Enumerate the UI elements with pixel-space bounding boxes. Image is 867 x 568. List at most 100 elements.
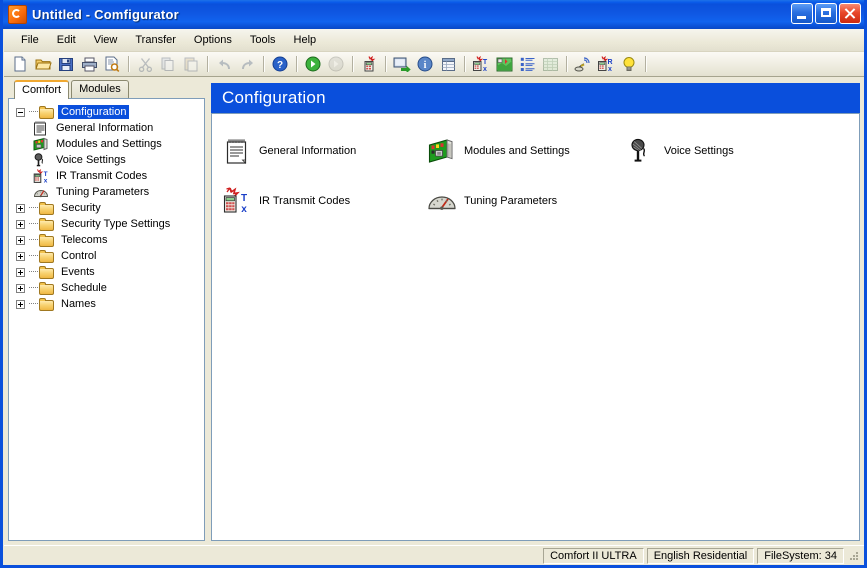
tree-item-security[interactable]: Security <box>11 200 202 216</box>
tree-item-modules-and-settings[interactable]: Modules and Settings <box>11 136 202 152</box>
configuration-shortcut-grid: General Information Modules and Settings… <box>212 126 859 226</box>
expand-expander-icon[interactable] <box>16 251 25 261</box>
shortcut-voice-settings[interactable]: Voice Settings <box>627 126 859 176</box>
tree-item-label: Schedule <box>61 282 107 294</box>
counter-device-icon[interactable] <box>358 54 380 75</box>
shortcut-label: IR Transmit Codes <box>259 195 351 207</box>
expand-expander-icon[interactable] <box>16 283 25 293</box>
content-pane: Configuration General Information Module… <box>211 83 860 541</box>
paste-icon[interactable] <box>180 54 202 75</box>
tree-item-configuration[interactable]: Configuration <box>11 104 202 120</box>
microphone-icon <box>627 136 657 166</box>
tree-item-tuning-parameters[interactable]: Tuning Parameters <box>11 184 202 200</box>
menu-help[interactable]: Help <box>285 31 326 49</box>
ir-receive-icon[interactable]: R x <box>595 54 617 75</box>
tree-item-label: Tuning Parameters <box>56 186 150 198</box>
tree-item-general-information[interactable]: General Information <box>11 120 202 136</box>
status-bar: Comfort II ULTRA English Residential Fil… <box>4 545 864 565</box>
tree-item-ir-transmit-codes[interactable]: T x IR Transmit Codes <box>11 168 202 184</box>
window-client-area: File Edit View Transfer Options Tools He… <box>3 29 864 565</box>
toolbar-separator <box>385 56 387 72</box>
tree-item-label: IR Transmit Codes <box>56 170 148 182</box>
tree-item-schedule[interactable]: Schedule <box>11 280 202 296</box>
connect-green-icon[interactable] <box>302 54 324 75</box>
resize-grip[interactable] <box>847 549 861 563</box>
svg-text:x: x <box>241 204 247 215</box>
maximize-button[interactable] <box>815 3 837 24</box>
status-panel-model: Comfort II ULTRA <box>543 547 644 564</box>
toolbar-separator <box>566 56 568 72</box>
map-zone-icon[interactable] <box>493 54 515 75</box>
tree-connector <box>29 271 38 273</box>
tree-item-telecoms[interactable]: Telecoms <box>11 232 202 248</box>
print-icon[interactable] <box>78 54 100 75</box>
title-bar: Untitled - Comfigurator <box>3 0 864 29</box>
tree-item-label: Events <box>61 266 95 278</box>
menu-edit[interactable]: Edit <box>48 31 85 49</box>
configuration-tree[interactable]: Configuration General Information Module… <box>8 98 205 541</box>
new-document-icon[interactable] <box>9 54 31 75</box>
svg-text:R: R <box>607 59 612 66</box>
tree-item-security-type-settings[interactable]: Security Type Settings <box>11 216 202 232</box>
spreadsheet-icon[interactable] <box>539 54 561 75</box>
content-body: General Information Modules and Settings… <box>211 113 860 541</box>
list-items-icon[interactable] <box>516 54 538 75</box>
menu-options[interactable]: Options <box>185 31 241 49</box>
save-disk-icon[interactable] <box>55 54 77 75</box>
close-button[interactable] <box>839 3 861 24</box>
menu-view[interactable]: View <box>85 31 127 49</box>
tab-comfort[interactable]: Comfort <box>14 80 70 99</box>
shortcut-general-information[interactable]: General Information <box>222 126 427 176</box>
shortcut-modules-and-settings[interactable]: Modules and Settings <box>427 126 627 176</box>
cut-scissors-icon[interactable] <box>134 54 156 75</box>
disconnect-gray-icon[interactable] <box>325 54 347 75</box>
copy-icon[interactable] <box>157 54 179 75</box>
expand-expander-icon[interactable] <box>16 299 25 309</box>
print-preview-icon[interactable] <box>101 54 123 75</box>
undo-arrow-icon[interactable] <box>213 54 235 75</box>
folder-open-icon <box>39 105 55 119</box>
tab-modules[interactable]: Modules <box>71 80 129 98</box>
toolbar-separator <box>128 56 130 72</box>
tree-item-voice-settings[interactable]: Voice Settings <box>11 152 202 168</box>
tree-item-label: Security Type Settings <box>61 218 171 230</box>
send-to-device-icon[interactable] <box>391 54 413 75</box>
expand-expander-icon[interactable] <box>16 235 25 245</box>
tree-connector <box>29 223 38 225</box>
tree-item-names[interactable]: Names <box>11 296 202 312</box>
table-grid-icon[interactable] <box>437 54 459 75</box>
status-panel-filesystem: FileSystem: 34 <box>757 547 844 564</box>
comfigurator-logo-icon <box>8 5 27 24</box>
shortcut-ir-transmit-codes[interactable]: T x IR Transmit Codes <box>222 176 427 226</box>
toolbar-separator <box>263 56 265 72</box>
tree-connector <box>29 207 38 209</box>
expand-expander-icon[interactable] <box>16 267 25 277</box>
ir-transmit-icon[interactable]: T x <box>470 54 492 75</box>
tree-item-control[interactable]: Control <box>11 248 202 264</box>
expand-expander-icon[interactable] <box>16 203 25 213</box>
security-scan-icon[interactable] <box>572 54 594 75</box>
tree-connector <box>29 287 38 289</box>
toolbar-separator <box>645 56 647 72</box>
menu-transfer[interactable]: Transfer <box>126 31 185 49</box>
circuit-board-icon <box>427 136 457 166</box>
help-question-icon[interactable]: ? <box>269 54 291 75</box>
redo-arrow-icon[interactable] <box>236 54 258 75</box>
light-bulb-icon[interactable] <box>618 54 640 75</box>
minimize-button[interactable] <box>791 3 813 24</box>
microphone-icon <box>33 152 49 168</box>
folder-icon <box>39 265 55 279</box>
svg-text:T: T <box>241 193 247 204</box>
folder-icon <box>39 297 55 311</box>
expand-expander-icon[interactable] <box>16 219 25 229</box>
tree-item-label: Security <box>61 202 101 214</box>
ir-transmit-icon: T x <box>33 168 49 184</box>
menu-tools[interactable]: Tools <box>241 31 285 49</box>
open-folder-icon[interactable] <box>32 54 54 75</box>
information-icon[interactable]: i <box>414 54 436 75</box>
tree-item-events[interactable]: Events <box>11 264 202 280</box>
collapse-expander-icon[interactable] <box>16 107 25 117</box>
toolbar-separator <box>464 56 466 72</box>
menu-file[interactable]: File <box>12 31 48 49</box>
shortcut-tuning-parameters[interactable]: Tuning Parameters <box>427 176 627 226</box>
